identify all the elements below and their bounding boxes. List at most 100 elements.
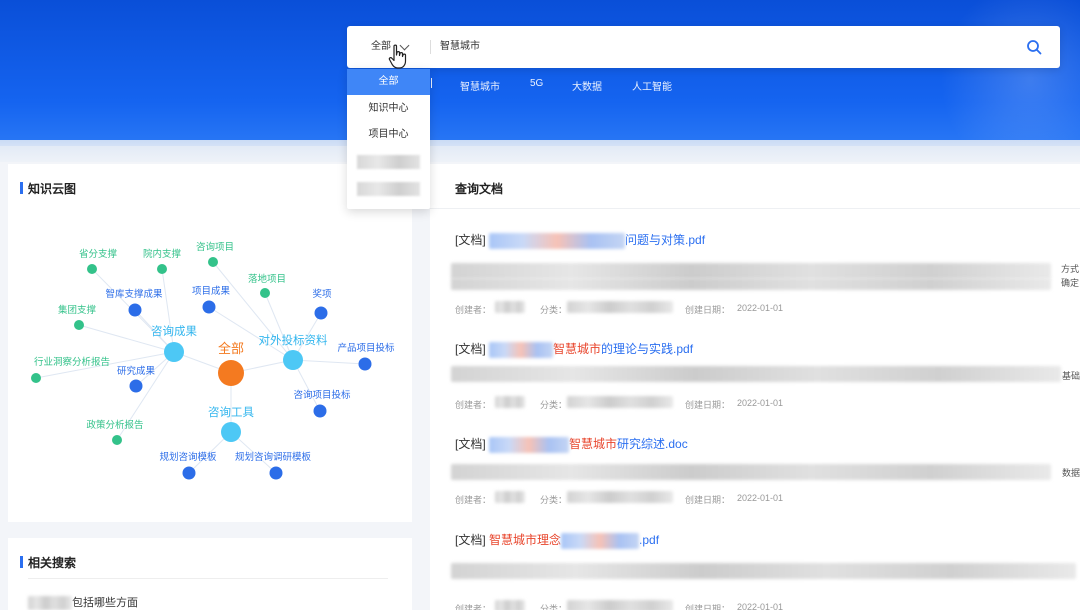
cloud-leaf-label: 智库支撑成果 (105, 288, 163, 300)
cloud-leaf-label: 产品项目投标 (337, 342, 395, 354)
cloud-leaf-node[interactable] (129, 379, 143, 393)
creator-label: 创建者： (455, 305, 492, 315)
cloud-leaf-node[interactable] (269, 466, 283, 480)
cloud-leaf-node[interactable] (313, 404, 327, 418)
document-result: [文档] 问题与对策.pdf 方式 确定 创建者： 分类： 创建日期： 2022… (451, 231, 1080, 315)
document-type-tag: [文档] (455, 437, 486, 451)
cloud-group-node[interactable] (283, 350, 303, 370)
cloud-leaf-node[interactable] (358, 357, 372, 371)
redacted-text (567, 396, 673, 408)
redacted-text (489, 232, 626, 249)
documents-title: 查询文档 (455, 182, 504, 196)
dropdown-option-redacted[interactable] (357, 182, 420, 196)
document-title-highlight: 智慧城市理念 (489, 533, 562, 547)
redacted-text (567, 600, 673, 610)
date-value: 2022-01-01 (737, 398, 784, 408)
cloud-leaf-label: 政策分析报告 (86, 419, 143, 431)
cloud-group-label: 咨询成果 (151, 324, 197, 338)
cloud-leaf-label: 落地项目 (248, 273, 286, 285)
document-title-link[interactable]: [文档] 智慧城市研究综述.doc (455, 435, 688, 453)
document-type-tag: [文档] (455, 233, 486, 247)
cloud-leaf-node[interactable] (74, 320, 84, 330)
redacted-text (567, 301, 673, 313)
date-value: 2022-01-01 (737, 602, 784, 610)
document-title-link[interactable]: [文档] 问题与对策.pdf (455, 231, 705, 249)
related-search-item[interactable]: 包括哪些方面 (28, 594, 138, 610)
cloud-center-node[interactable] (218, 360, 244, 386)
document-snippet (451, 366, 1061, 382)
dropdown-option-project-center[interactable]: 项目中心 (347, 122, 430, 148)
search-bar[interactable]: 全部 智慧城市 (347, 26, 1060, 68)
document-title-text: 研究综述.doc (617, 437, 688, 451)
category-label: 分类： (540, 604, 568, 610)
cloud-leaf-node[interactable] (208, 257, 218, 267)
document-snippet (451, 278, 1051, 290)
document-title-text: 的理论与实践.pdf (601, 342, 694, 356)
snippet-fragment: 确定 (1061, 278, 1080, 288)
cloud-leaf-label: 省分支撑 (79, 248, 118, 260)
cloud-leaf-label: 院内支撑 (143, 248, 182, 260)
redacted-text (28, 596, 72, 610)
creator-label: 创建者： (455, 604, 492, 610)
document-result: [文档] 智慧城市的理论与实践.pdf 基础 创建者： 分类： 创建日期： 20… (451, 340, 1080, 420)
search-input[interactable]: 智慧城市 (440, 26, 480, 68)
related-divider (28, 578, 388, 579)
date-label: 创建日期： (685, 400, 731, 410)
cloud-group-node[interactable] (221, 422, 241, 442)
redacted-text (489, 341, 554, 358)
cloud-leaf-node[interactable] (157, 264, 167, 274)
document-title-text: 问题与对策.pdf (625, 233, 706, 247)
redacted-text (567, 491, 673, 503)
document-snippet (451, 563, 1076, 579)
category-label: 分类： (540, 305, 568, 315)
document-snippet (451, 464, 1051, 480)
dropdown-option-redacted[interactable] (357, 155, 420, 169)
hot-tag-ai[interactable]: 人工智能 (632, 78, 672, 93)
document-type-tag: [文档] (455, 533, 486, 547)
related-search-title-text: 相关搜索 (28, 556, 77, 570)
cloud-leaf-label: 奖项 (312, 288, 332, 300)
dropdown-option-all[interactable]: 全部 (347, 69, 430, 95)
title-accent-bar (20, 556, 23, 568)
cloud-leaf-label: 咨询项目投标 (293, 389, 351, 401)
hot-tag-big-data[interactable]: 大数据 (572, 78, 602, 93)
hot-tag-smart-city[interactable]: 智慧城市 (460, 78, 500, 93)
documents-header-divider (430, 208, 1080, 209)
dropdown-option-knowledge-center[interactable]: 知识中心 (347, 96, 430, 122)
cloud-leaf-label: 咨询项目 (196, 241, 234, 253)
cloud-leaf-node[interactable] (260, 288, 270, 298)
document-type-tag: [文档] (455, 342, 486, 356)
category-label: 分类： (540, 400, 568, 410)
redacted-text (489, 436, 570, 453)
redacted-text (495, 600, 525, 610)
document-title-link[interactable]: [文档] 智慧城市理念 .pdf (455, 531, 659, 549)
cloud-leaf-node[interactable] (202, 300, 216, 314)
redacted-text (495, 396, 525, 408)
document-result: [文档] 智慧城市研究综述.doc 数据 创建者： 分类： 创建日期： 2022… (451, 435, 1080, 515)
document-title-text: .pdf (639, 533, 660, 547)
scope-dropdown-menu: 全部 知识中心 项目中心 (347, 69, 430, 209)
date-label: 创建日期： (685, 495, 731, 505)
search-divider (430, 40, 431, 54)
creator-label: 创建者： (455, 495, 492, 505)
cloud-leaf-node[interactable] (31, 373, 41, 383)
cloud-leaf-label: 集团支撑 (58, 304, 97, 316)
cloud-leaf-node[interactable] (87, 264, 97, 274)
document-title-link[interactable]: [文档] 智慧城市的理论与实践.pdf (455, 340, 693, 358)
search-icon[interactable] (1026, 39, 1042, 55)
cloud-leaf-label: 规划咨询模板 (159, 451, 217, 463)
redacted-text (495, 301, 525, 313)
cloud-group-node[interactable] (164, 342, 184, 362)
cloud-group-label: 咨询工具 (208, 405, 254, 419)
document-snippet (451, 263, 1051, 279)
cloud-leaf-node[interactable] (112, 435, 122, 445)
cloud-leaf-node[interactable] (182, 466, 196, 480)
cloud-center-label: 全部 (218, 341, 244, 356)
date-label: 创建日期： (685, 604, 731, 610)
cloud-leaf-label: 行业洞察分析报告 (34, 356, 110, 368)
cloud-group-label: 对外投标资料 (259, 333, 328, 347)
hot-tag-5g[interactable]: 5G (530, 78, 543, 89)
cloud-leaf-node[interactable] (314, 306, 328, 320)
cloud-leaf-node[interactable] (128, 303, 142, 317)
document-result: [文档] 智慧城市理念 .pdf 创建者： 分类： 创建日期： 2022-01-0… (451, 531, 1080, 610)
